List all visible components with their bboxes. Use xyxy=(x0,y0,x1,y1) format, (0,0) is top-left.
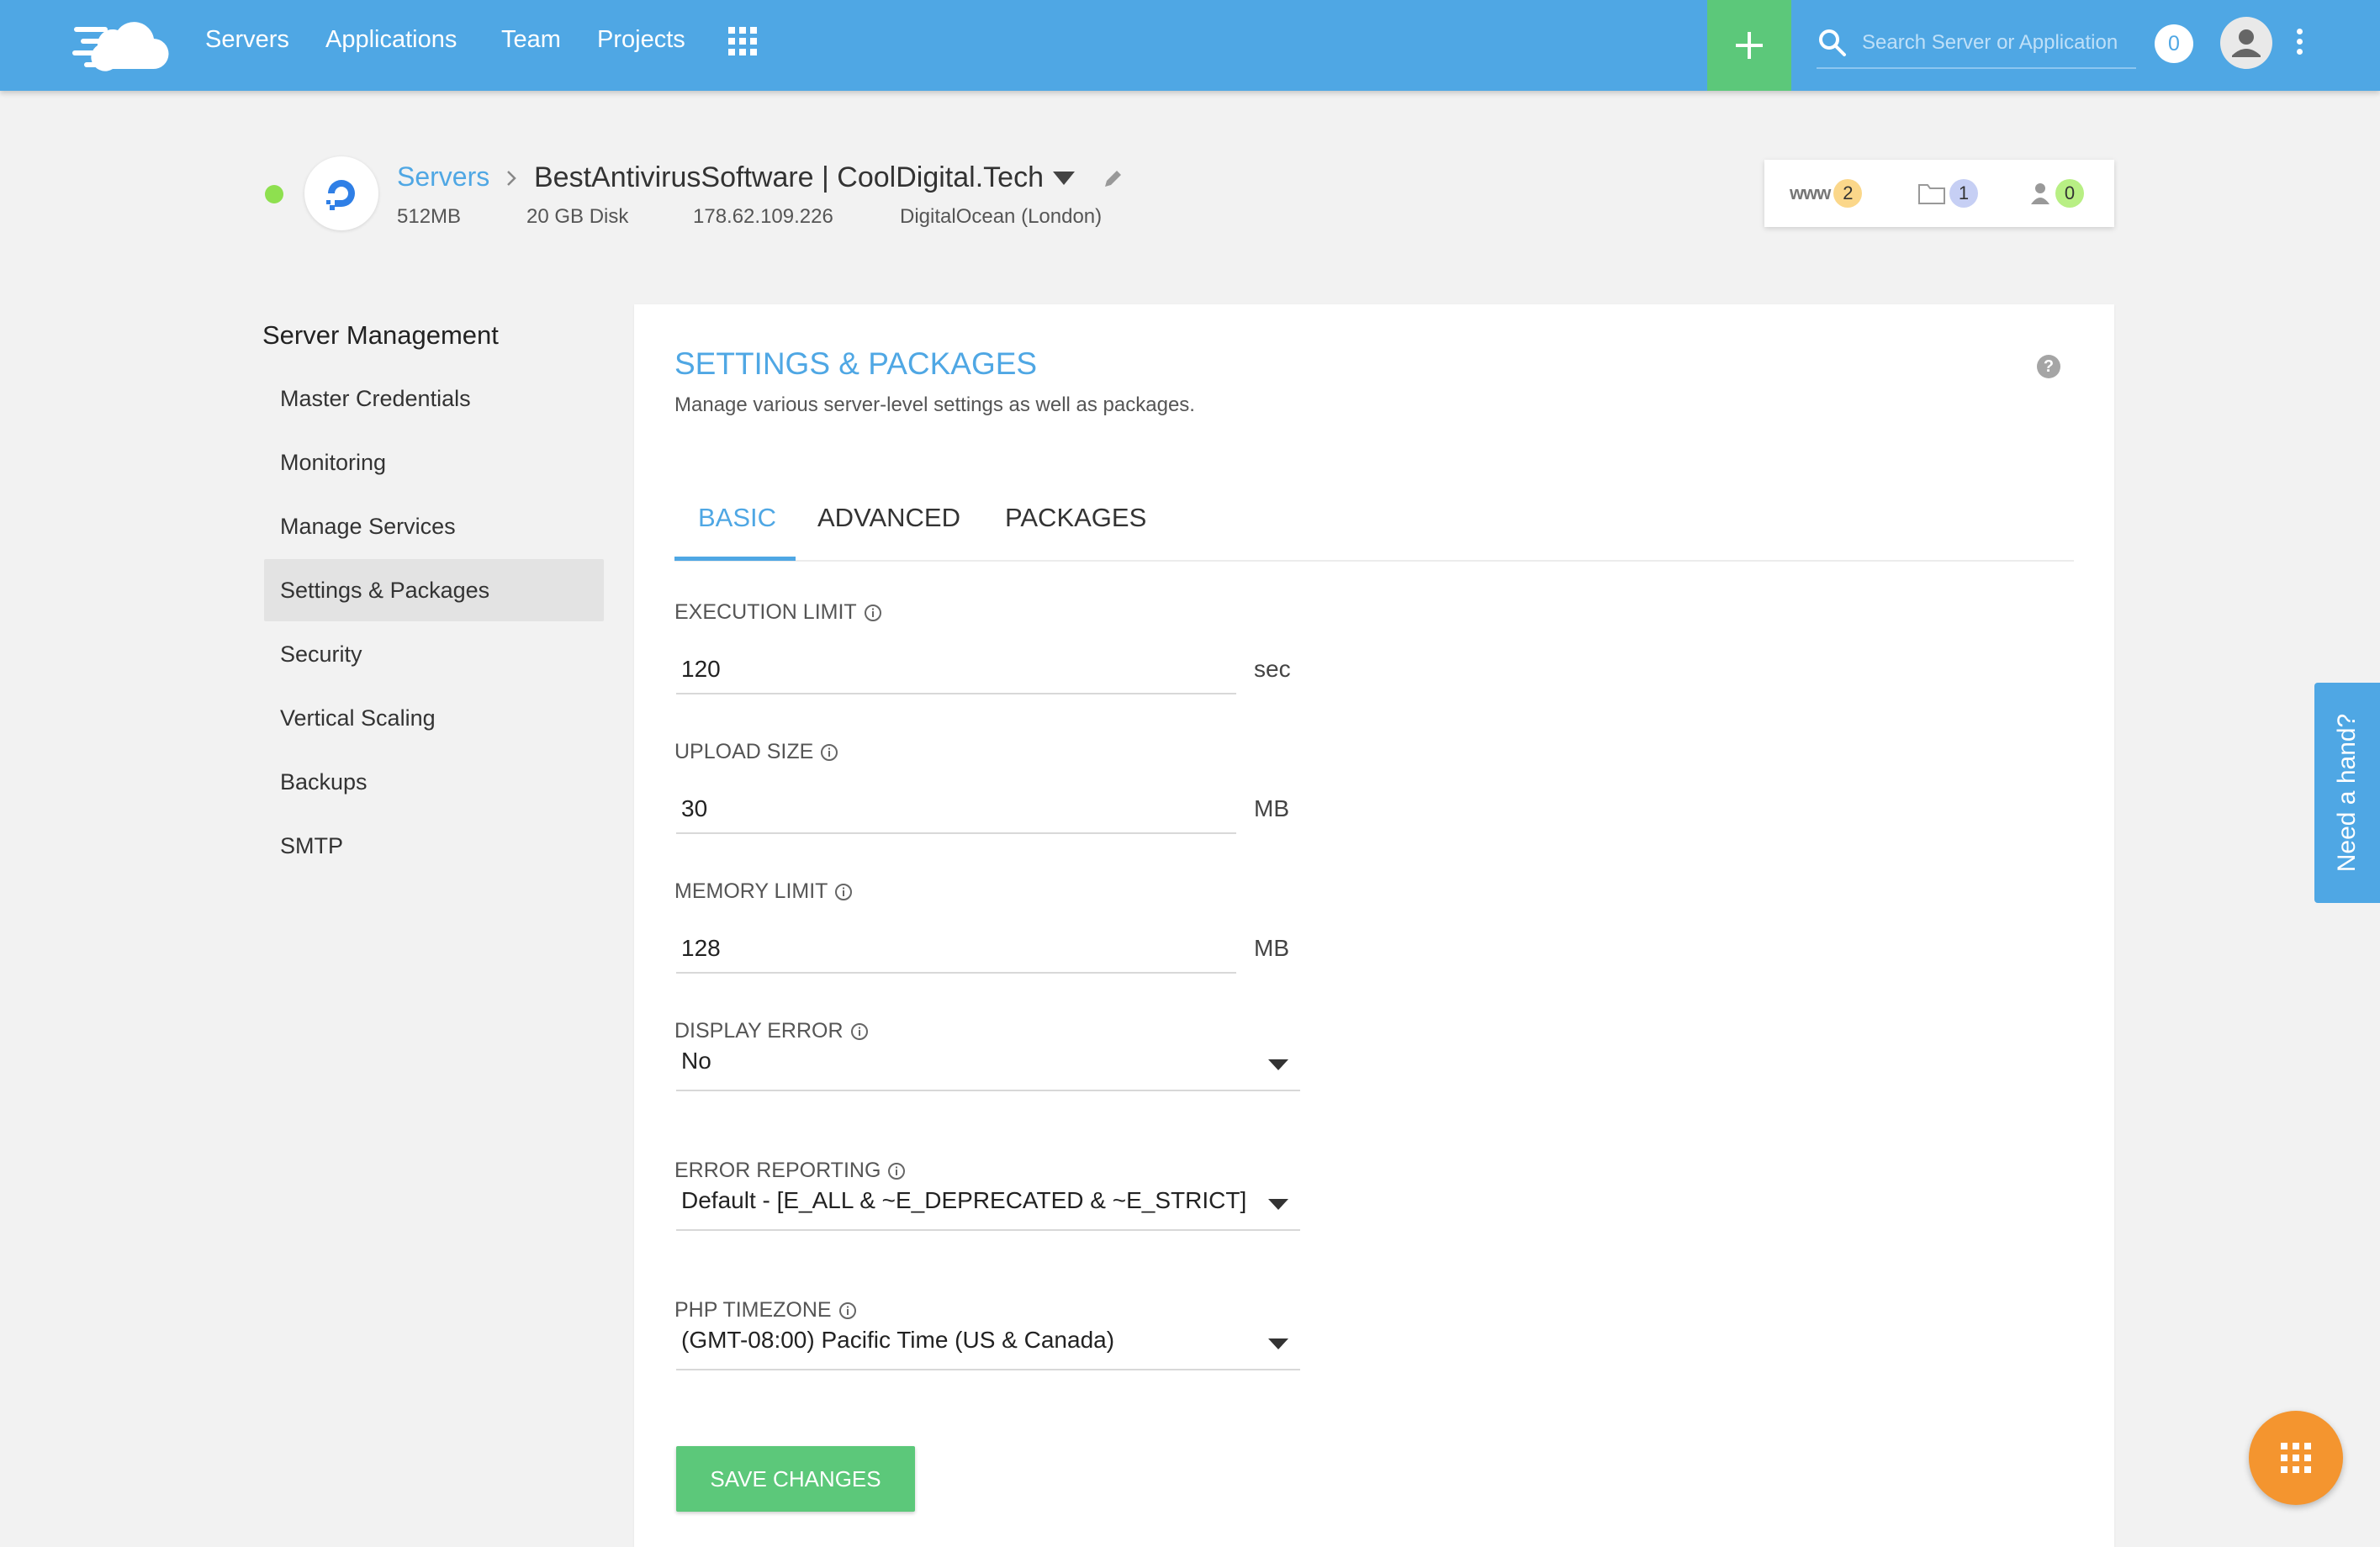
apps-count-badge: 2 xyxy=(1833,179,1863,208)
nav-projects[interactable]: Projects xyxy=(597,26,685,54)
execution-limit-unit: sec xyxy=(1254,656,1291,682)
error-reporting-select[interactable]: Default - [E_ALL & ~E_DEPRECATED & ~E_ST… xyxy=(676,1177,1300,1231)
more-options-icon[interactable] xyxy=(2289,29,2309,62)
sidebar-item-backups[interactable]: Backups xyxy=(264,751,604,813)
display-error-value: No xyxy=(681,1048,711,1074)
info-icon xyxy=(821,743,838,761)
nav-servers[interactable]: Servers xyxy=(205,26,289,54)
sidebar-item-security[interactable]: Security xyxy=(264,623,604,685)
search-icon xyxy=(1819,29,1846,56)
sidebar-item-vertical-scaling[interactable]: Vertical Scaling xyxy=(264,687,604,749)
apps-grid-icon xyxy=(2281,1443,2311,1473)
folder-icon xyxy=(1918,184,1945,204)
server-dropdown-icon[interactable] xyxy=(1053,172,1075,187)
settings-panel: SETTINGS & PACKAGES Manage various serve… xyxy=(634,304,2114,1547)
breadcrumb-servers-link[interactable]: Servers xyxy=(397,161,489,193)
apps-stat[interactable]: www 2 xyxy=(1790,178,1863,209)
php-timezone-value: (GMT-08:00) Pacific Time (US & Canada) xyxy=(681,1327,1115,1353)
digitalocean-logo xyxy=(304,156,378,230)
server-status-indicator xyxy=(265,185,283,203)
save-changes-button[interactable]: SAVE CHANGES xyxy=(676,1446,915,1512)
www-icon: www xyxy=(1790,182,1831,203)
execution-limit-label: EXECUTION LIMIT xyxy=(674,600,882,625)
caret-down-icon xyxy=(1268,1059,1288,1070)
chevron-right-icon xyxy=(507,171,516,186)
nav-team[interactable]: Team xyxy=(501,26,561,54)
error-reporting-value: Default - [E_ALL & ~E_DEPRECATED & ~E_ST… xyxy=(681,1187,1247,1213)
nav-applications[interactable]: Applications xyxy=(325,26,457,54)
digitalocean-icon xyxy=(326,180,355,210)
search-input[interactable] xyxy=(1860,25,2133,61)
info-icon xyxy=(835,883,853,900)
sidebar-item-smtp[interactable]: SMTP xyxy=(264,815,604,877)
active-tab-indicator xyxy=(674,557,796,561)
upload-size-input[interactable] xyxy=(676,785,1236,834)
execution-limit-input[interactable] xyxy=(676,646,1236,694)
tab-advanced[interactable]: ADVANCED xyxy=(817,503,960,533)
upload-size-unit: MB xyxy=(1254,795,1289,821)
caret-down-icon xyxy=(1268,1338,1288,1349)
cloudways-logo[interactable] xyxy=(72,15,173,74)
top-navigation-bar: Servers Applications Team Projects 0 xyxy=(0,0,2380,91)
server-name: BestAntivirusSoftware | CoolDigital.Tech xyxy=(534,161,1044,193)
tabs-divider xyxy=(674,560,2074,562)
sidebar-item-settings-packages[interactable]: Settings & Packages xyxy=(264,559,604,621)
apps-grid-icon[interactable] xyxy=(728,27,757,55)
user-avatar[interactable] xyxy=(2220,17,2272,69)
quick-actions-button[interactable] xyxy=(2249,1411,2343,1505)
tab-basic[interactable]: BASIC xyxy=(698,503,776,533)
sidebar-item-master-credentials[interactable]: Master Credentials xyxy=(264,367,604,430)
memory-limit-unit: MB xyxy=(1254,935,1289,961)
sidebar-item-manage-services[interactable]: Manage Services xyxy=(264,495,604,557)
sidebar-title: Server Management xyxy=(262,320,499,350)
notification-badge[interactable]: 0 xyxy=(2155,24,2193,63)
users-count-badge: 0 xyxy=(2055,179,2084,208)
server-disk: 20 GB Disk xyxy=(526,205,629,228)
sidebar-item-monitoring[interactable]: Monitoring xyxy=(264,431,604,494)
server-stats-card: www 2 1 0 xyxy=(1764,160,2114,227)
add-new-button[interactable] xyxy=(1707,0,1791,91)
person-icon xyxy=(2031,183,2049,204)
upload-size-label: UPLOAD SIZE xyxy=(674,740,838,764)
page-title: SETTINGS & PACKAGES xyxy=(674,346,1038,381)
plus-icon xyxy=(1736,32,1763,59)
folders-count-badge: 1 xyxy=(1949,179,1978,208)
need-a-hand-label: Need a hand? xyxy=(2333,713,2361,873)
display-error-select[interactable]: No xyxy=(676,1037,1300,1091)
search-box xyxy=(1817,20,2136,69)
server-ip: 178.62.109.226 xyxy=(693,205,833,228)
user-icon xyxy=(2232,29,2261,57)
users-stat[interactable]: 0 xyxy=(2028,178,2084,209)
page-subtitle: Manage various server-level settings as … xyxy=(674,393,1195,416)
edit-pencil-icon[interactable] xyxy=(1102,168,1124,190)
caret-down-icon xyxy=(1268,1199,1288,1210)
memory-limit-label: MEMORY LIMIT xyxy=(674,879,853,904)
need-a-hand-tab[interactable]: Need a hand? xyxy=(2314,683,2380,903)
server-provider: DigitalOcean (London) xyxy=(900,205,1103,228)
server-memory: 512MB xyxy=(397,205,462,228)
folders-stat[interactable]: 1 xyxy=(1917,178,1978,209)
tab-packages[interactable]: PACKAGES xyxy=(1005,503,1146,533)
help-icon[interactable]: ? xyxy=(2037,355,2060,378)
php-timezone-select[interactable]: (GMT-08:00) Pacific Time (US & Canada) xyxy=(676,1317,1300,1370)
memory-limit-input[interactable] xyxy=(676,925,1236,974)
info-icon xyxy=(864,604,881,621)
